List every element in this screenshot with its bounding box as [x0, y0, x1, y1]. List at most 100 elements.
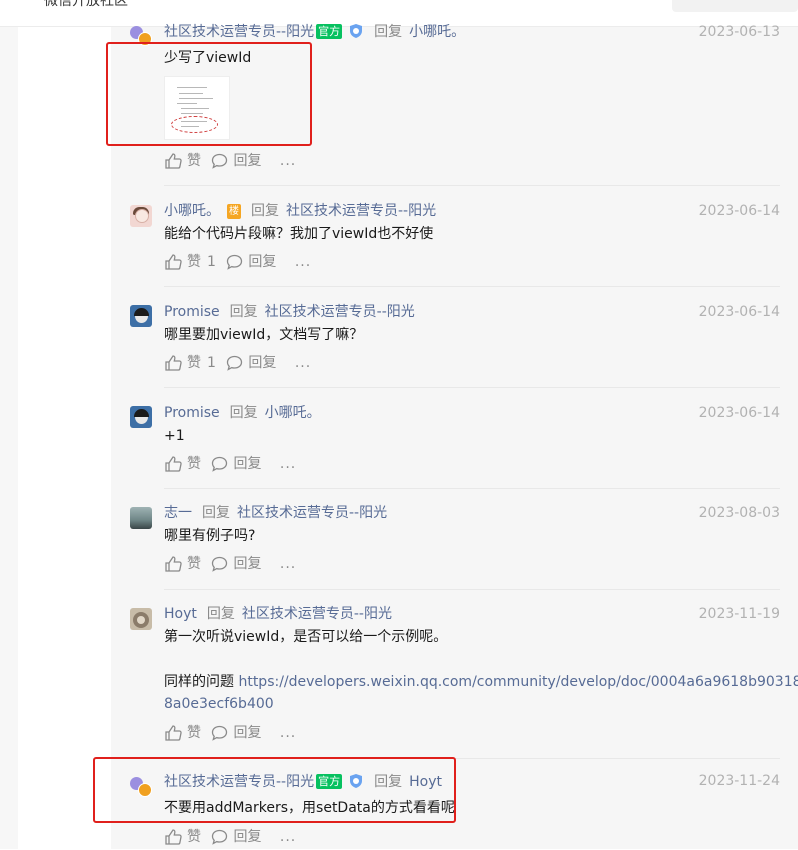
more-options-button[interactable]: ···: [280, 729, 296, 745]
highlight-box: [93, 757, 456, 823]
reply-button[interactable]: 回复: [226, 253, 276, 271]
more-options-button[interactable]: ···: [280, 157, 296, 173]
comment-meta: Promise 回复 社区技术运营专员--阳光: [164, 303, 415, 321]
comment-item: 小哪吒。楼回复 社区技术运营专员--阳光 2023-06-14 能给个代码片段嘛？…: [111, 186, 780, 286]
thumbs-up-icon: [165, 829, 182, 845]
reply-target[interactable]: 社区技术运营专员--阳光: [237, 505, 387, 521]
reply-word: 回复: [202, 505, 230, 521]
thumbs-up-icon: [165, 254, 182, 270]
avatar[interactable]: [130, 507, 152, 529]
reply-target[interactable]: 小哪吒。: [409, 24, 465, 40]
speech-bubble-icon: [212, 725, 228, 741]
comment-actions: 赞 回复 ···: [165, 555, 296, 576]
reply-label: 回复: [233, 725, 262, 741]
reply-label: 回复: [233, 153, 262, 169]
verified-shield-icon: [350, 24, 363, 38]
more-options-button[interactable]: ···: [280, 560, 296, 576]
reply-button[interactable]: 回复: [211, 152, 261, 170]
reply-button[interactable]: 回复: [211, 828, 261, 846]
avatar[interactable]: [130, 205, 152, 227]
doc-link[interactable]: https://developers.weixin.qq.com/communi…: [238, 674, 798, 690]
reply-target[interactable]: 社区技术运营专员--阳光: [242, 606, 392, 622]
reply-button[interactable]: 回复: [211, 555, 261, 573]
comment-date: 2023-06-13: [698, 24, 780, 40]
official-badge: 官方: [316, 24, 343, 39]
avatar[interactable]: [130, 608, 152, 630]
more-options-button[interactable]: ···: [280, 460, 296, 476]
doc-link-continued[interactable]: 8a0e3ecf6b400: [164, 696, 274, 712]
comment-date: 2023-06-14: [698, 405, 780, 421]
thumbs-up-icon: [165, 355, 182, 371]
like-label: 赞: [187, 456, 201, 472]
like-button[interactable]: 赞1: [165, 253, 216, 271]
reply-target[interactable]: 社区技术运营专员--阳光: [265, 304, 415, 320]
comment-item: Promise 回复 小哪吒。 2023-06-14 +1 赞 回复 ···: [111, 388, 780, 488]
reply-word: 回复: [251, 203, 279, 219]
author-name[interactable]: 志一: [164, 505, 192, 521]
author-name[interactable]: 小哪吒。: [164, 203, 220, 219]
like-button[interactable]: 赞: [165, 555, 201, 573]
avatar[interactable]: [130, 305, 152, 327]
author-name[interactable]: Hoyt: [164, 606, 197, 622]
more-options-button[interactable]: ···: [280, 833, 296, 849]
comment-actions: 赞 回复 ···: [165, 455, 296, 476]
comment-meta: 社区技术运营专员--阳光 官方 回复 小哪吒。: [164, 23, 465, 41]
comment-actions: 赞 回复 ···: [165, 152, 296, 173]
comment-actions: 赞1 回复 ···: [165, 354, 311, 375]
comment-text-line3: 8a0e3ecf6b400: [164, 694, 274, 714]
like-button[interactable]: 赞: [165, 152, 201, 170]
like-label: 赞: [187, 829, 201, 845]
thumbs-up-icon: [165, 153, 182, 169]
reply-label: 回复: [248, 355, 277, 371]
comment-date: 2023-06-14: [698, 203, 780, 219]
like-button[interactable]: 赞: [165, 828, 201, 846]
comment-date: 2023-08-03: [698, 505, 780, 521]
author-name[interactable]: 社区技术运营专员--阳光: [164, 24, 314, 40]
author-name[interactable]: Promise: [164, 405, 220, 421]
left-margin: [0, 27, 18, 849]
comment-date: 2023-11-19: [698, 606, 780, 622]
comment-text: 能给个代码片段嘛？我加了viewId也不好使: [164, 226, 434, 242]
reply-word: 回复: [374, 24, 403, 40]
like-button[interactable]: 赞1: [165, 354, 216, 372]
more-options-button[interactable]: ···: [295, 258, 311, 274]
comment-item: 志一 回复 社区技术运营专员--阳光 2023-08-03 哪里有例子吗? 赞 回复…: [111, 489, 780, 589]
thumbs-up-icon: [165, 556, 182, 572]
reply-target[interactable]: 小哪吒。: [265, 405, 321, 421]
like-button[interactable]: 赞: [165, 724, 201, 742]
like-button[interactable]: 赞: [165, 455, 201, 473]
reply-button[interactable]: 回复: [226, 354, 276, 372]
reply-word: 回复: [229, 304, 258, 320]
speech-bubble-icon: [212, 556, 228, 572]
comment-text: 哪里要加viewId，文档写了嘛？: [164, 327, 364, 343]
reply-word: 回复: [206, 606, 235, 622]
reply-target[interactable]: 社区技术运营专员--阳光: [286, 203, 436, 219]
comment-item: Hoyt 回复 社区技术运营专员--阳光 2023-11-19 第一次听说viewI…: [111, 590, 798, 758]
more-options-button[interactable]: ···: [295, 359, 311, 375]
thumbs-up-icon: [165, 725, 182, 741]
like-label: 赞: [187, 556, 201, 572]
reply-word: 回复: [229, 405, 258, 421]
comment-date: 2023-11-24: [698, 773, 780, 789]
speech-bubble-icon: [212, 829, 228, 845]
floor-owner-badge: 楼: [227, 204, 241, 219]
reply-button[interactable]: 回复: [211, 724, 261, 742]
comment-item: Promise 回复 社区技术运营专员--阳光 2023-06-14 哪里要加vie…: [111, 287, 780, 387]
reply-label: 回复: [233, 456, 262, 472]
comment-text: 第一次听说viewId，是否可以给一个示例呢。: [164, 629, 448, 645]
speech-bubble-icon: [212, 153, 228, 169]
comment-text: 哪里有例子吗?: [164, 528, 256, 544]
like-label: 赞: [187, 725, 201, 741]
reply-label: 回复: [233, 829, 262, 845]
speech-bubble-icon: [227, 355, 243, 371]
comment-text: +1: [164, 428, 185, 444]
author-name[interactable]: Promise: [164, 304, 220, 320]
like-count: 1: [207, 254, 216, 270]
comment-date: 2023-06-14: [698, 304, 780, 320]
comment-actions: 赞 回复 ···: [165, 828, 296, 849]
avatar[interactable]: [130, 406, 152, 428]
reply-button[interactable]: 回复: [211, 455, 261, 473]
comment-meta: Promise 回复 小哪吒。: [164, 404, 321, 422]
comment-actions: 赞1 回复 ···: [165, 253, 311, 274]
reply-label: 回复: [248, 254, 277, 270]
